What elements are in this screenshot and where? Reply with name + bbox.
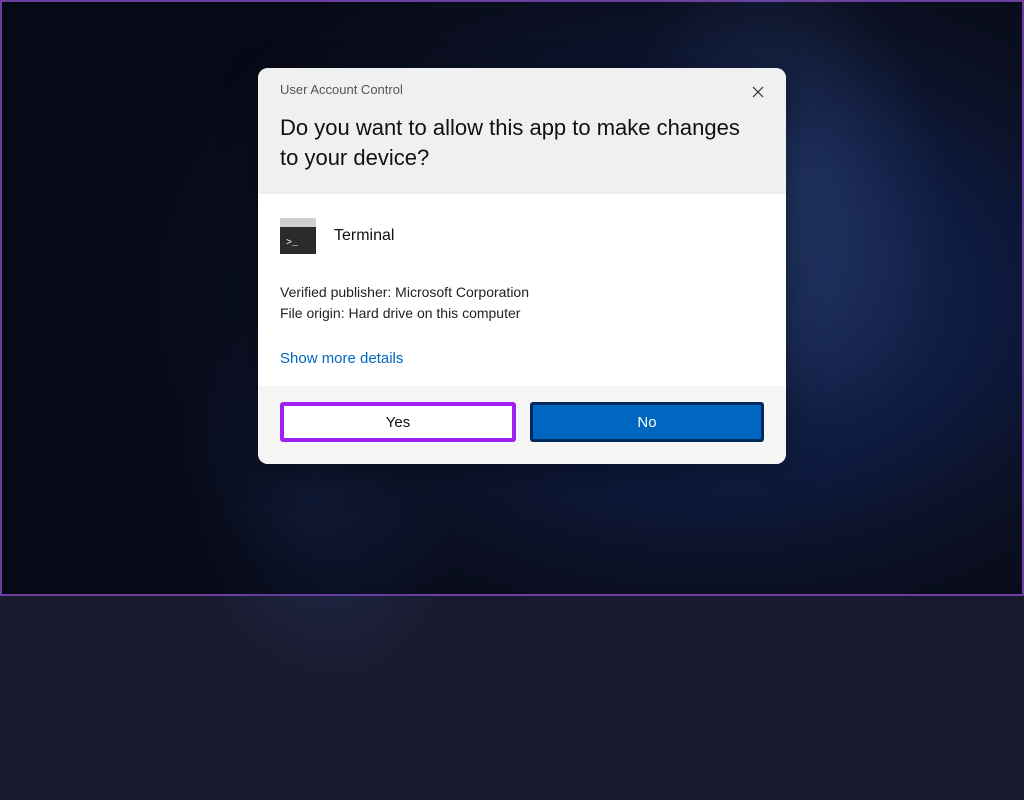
no-button[interactable]: No <box>530 402 764 442</box>
terminal-icon: >_ <box>280 218 316 254</box>
close-icon <box>752 86 764 98</box>
publisher-line: Verified publisher: Microsoft Corporatio… <box>280 282 764 303</box>
dialog-body: >_ Terminal Verified publisher: Microsof… <box>258 194 786 386</box>
dialog-footer: Yes No <box>258 386 786 464</box>
dialog-question: Do you want to allow this app to make ch… <box>280 113 764 172</box>
file-origin-line: File origin: Hard drive on this computer <box>280 303 764 324</box>
uac-dialog: User Account Control Do you want to allo… <box>258 68 786 464</box>
close-button[interactable] <box>744 78 772 106</box>
yes-button[interactable]: Yes <box>280 402 516 442</box>
app-name: Terminal <box>334 227 394 245</box>
show-more-details-link[interactable]: Show more details <box>280 350 403 367</box>
dialog-header: User Account Control Do you want to allo… <box>258 68 786 194</box>
dialog-title: User Account Control <box>280 82 764 97</box>
app-info-row: >_ Terminal <box>280 218 764 254</box>
